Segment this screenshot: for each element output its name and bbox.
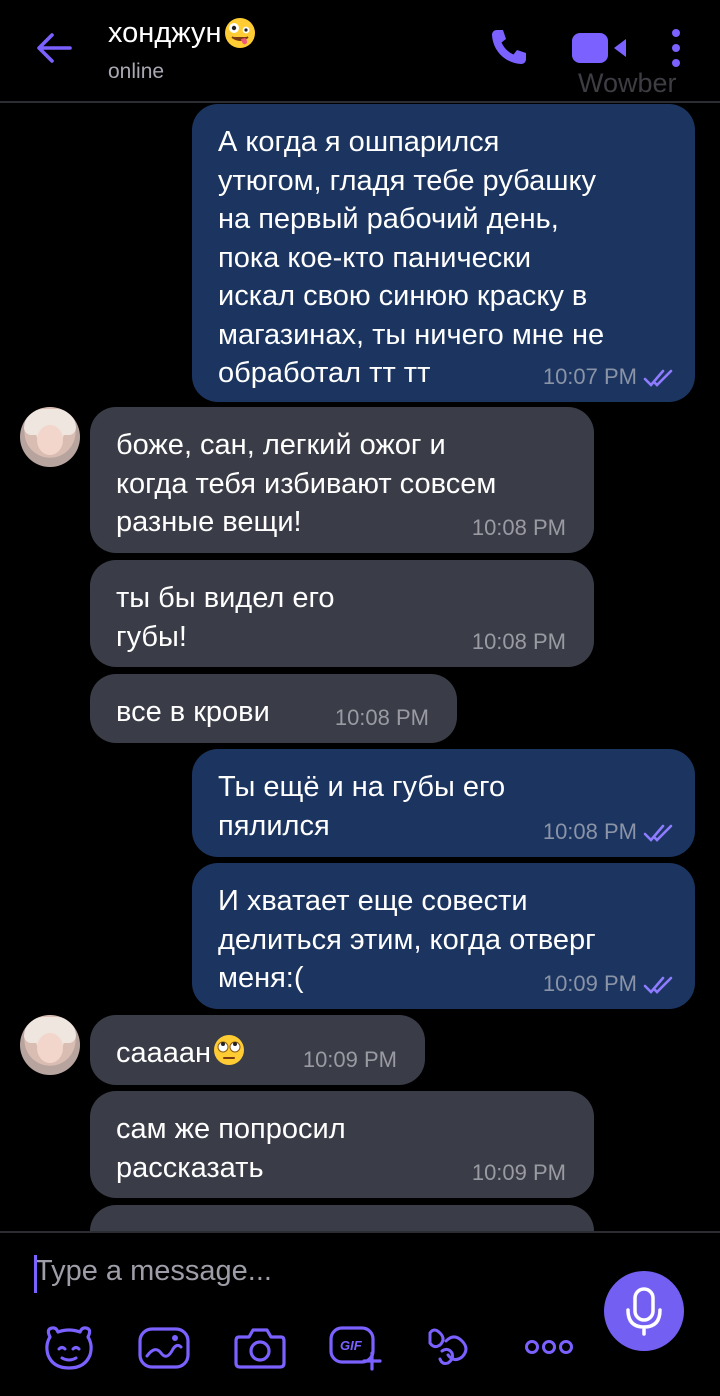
composer: Type a message... GIF <box>0 1231 720 1396</box>
more-icon[interactable] <box>522 1323 576 1371</box>
message-time: 10:09 PM <box>542 971 637 996</box>
watermark: Wowber <box>578 68 677 98</box>
message-bubble-incoming[interactable]: саааан 10:09 PM <box>90 1015 425 1085</box>
message-list[interactable]: А когда я ошпарился утюгом, гладя тебе р… <box>0 103 720 1231</box>
back-arrow-icon[interactable] <box>34 28 74 68</box>
message-time: 10:08 PM <box>471 629 566 654</box>
camera-icon[interactable] <box>233 1323 287 1371</box>
sticker-bear-icon[interactable] <box>42 1323 96 1371</box>
contact-status: online <box>108 60 165 83</box>
message-bubble-incoming[interactable]: все в крови 10:08 PM <box>90 674 457 743</box>
message-text-content: саааан <box>116 1037 212 1069</box>
message-bubble-outgoing[interactable]: Ты ещё и на губы его пялился 10:08 PM <box>192 749 695 857</box>
message-text: А когда я ошпарился утюгом, гладя тебе р… <box>218 126 605 389</box>
rolling-eyes-emoji <box>214 1035 245 1066</box>
message-bubble-outgoing[interactable]: И хватает еще совести делиться этим, ког… <box>192 863 695 1009</box>
microphone-icon <box>626 1287 662 1336</box>
contact-name[interactable]: хонджун <box>108 16 257 50</box>
read-receipt-icon <box>643 824 673 842</box>
message-time: 10:09 PM <box>302 1047 397 1072</box>
message-time: 10:09 PM <box>471 1160 566 1185</box>
message-input[interactable]: Type a message... <box>34 1251 574 1295</box>
message-bubble-incoming[interactable]: ты бы видел его губы! 10:08 PM <box>90 560 594 667</box>
text-caret <box>34 1255 37 1293</box>
message-time: 10:08 PM <box>542 819 637 844</box>
emoticon-icon[interactable] <box>424 1323 478 1371</box>
chat-header: хонджун online Wowber <box>0 0 720 103</box>
contact-avatar[interactable] <box>20 1015 80 1075</box>
zany-face-emoji <box>225 18 256 48</box>
video-call-icon[interactable] <box>570 30 628 66</box>
more-vertical-icon[interactable] <box>666 27 686 69</box>
message-time: 10:08 PM <box>471 515 566 540</box>
message-bubble-incoming-partial[interactable] <box>90 1205 594 1231</box>
message-input-placeholder: Type a message... <box>35 1255 272 1287</box>
contact-name-text: хонджун <box>108 16 222 49</box>
message-time: 10:07 PM <box>542 364 637 389</box>
phone-icon[interactable] <box>488 26 530 68</box>
gif-icon[interactable]: GIF <box>328 1323 382 1371</box>
read-receipt-icon <box>643 369 673 387</box>
message-bubble-incoming[interactable]: сам же попросил рассказать 10:09 PM <box>90 1091 594 1198</box>
svg-text:GIF: GIF <box>340 1338 363 1353</box>
read-receipt-icon <box>643 976 673 994</box>
contact-avatar[interactable] <box>20 407 80 467</box>
message-bubble-outgoing[interactable]: А когда я ошпарился утюгом, гладя тебе р… <box>192 104 695 402</box>
record-voice-button[interactable] <box>604 1271 684 1351</box>
message-time: 10:08 PM <box>334 705 429 730</box>
message-bubble-incoming[interactable]: боже, сан, легкий ожог и когда тебя изби… <box>90 407 594 553</box>
doodle-icon[interactable] <box>137 1323 191 1371</box>
